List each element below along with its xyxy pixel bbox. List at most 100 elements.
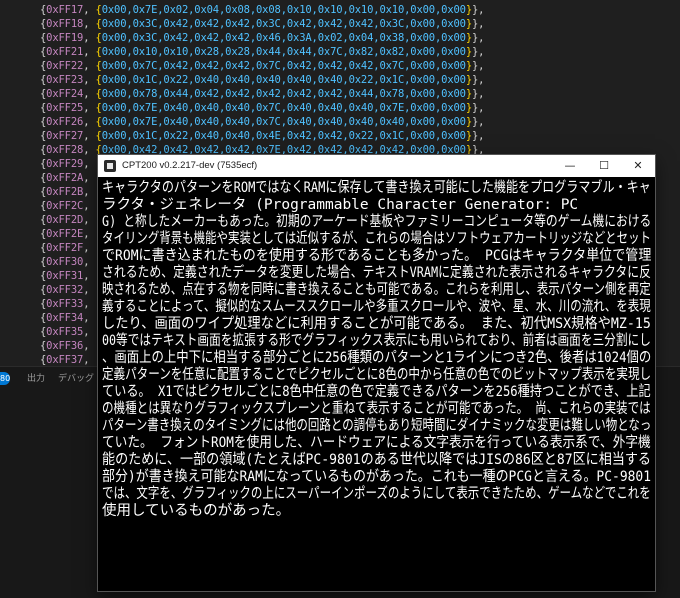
code-comma: , (83, 214, 96, 226)
code-line: {0xFF17, {0x00,0x7E,0x02,0x04,0x08,0x08,… (40, 3, 485, 17)
code-values: 0x00,0x1C,0x22,0x40,0x40,0x4E,0x42,0x42,… (101, 130, 466, 142)
code-comma: , (83, 116, 96, 128)
code-values: 0x00,0x7E,0x02,0x04,0x08,0x08,0x10,0x10,… (101, 4, 466, 16)
code-line: {0xFF2A, (40, 171, 96, 185)
code-brace-close: }, (472, 130, 485, 142)
code-key: 0xFF37 (46, 354, 84, 366)
code-key: 0xFF23 (46, 74, 84, 86)
code-brace-close: }, (472, 74, 485, 86)
code-comma: , (83, 60, 96, 72)
screen-text-line: タイリング背景も機能や実装としては近似するが、これらの場合はソフトウェアカートリ… (102, 231, 651, 247)
code-line: {0xFF23, {0x00,0x1C,0x22,0x40,0x40,0x40,… (40, 73, 485, 87)
cpt200-window: CPT200 v0.2.217-dev (7535ecf) — ☐ ✕ キャラク… (98, 155, 655, 591)
code-values: 0x00,0x7C,0x42,0x42,0x42,0x7C,0x42,0x42,… (101, 60, 466, 72)
screen-text-line: 能のために、一部の領域(たとえばPC-9801のある世代以降ではJISの86区と… (102, 452, 652, 468)
code-key: 0xFF22 (46, 60, 84, 72)
screen-text-line: 使用しているものがあった。 (102, 503, 291, 519)
code-line: {0xFF31, (40, 269, 96, 283)
tab-output[interactable]: 出力 (27, 373, 45, 385)
screen-text-line: 00等ではテキスト画面を拡張する形でグラフィックス表示にも用いられており、前者は… (102, 333, 651, 349)
code-key: 0xFF2F (46, 242, 84, 254)
code-key: 0xFF24 (46, 88, 84, 100)
code-line: {0xFF26, {0x00,0x7E,0x40,0x40,0x40,0x7C,… (40, 115, 485, 129)
code-values: 0x00,0x7E,0x40,0x40,0x40,0x7C,0x40,0x40,… (101, 116, 466, 128)
code-line: {0xFF2D, (40, 213, 96, 227)
code-key: 0xFF17 (46, 4, 84, 16)
code-comma: , (83, 186, 96, 198)
code-line: {0xFF21, {0x00,0x10,0x10,0x28,0x28,0x44,… (40, 45, 485, 59)
code-comma: , (83, 158, 96, 170)
code-comma: , (83, 74, 96, 86)
code-brace-close: }, (472, 102, 485, 114)
screen-text-line: 、画面上の上中下に相当する部分ごとに256種類のパターンと1ラインにつき2色、後… (102, 350, 652, 366)
code-comma: , (83, 326, 96, 338)
code-line: {0xFF36, (40, 339, 96, 353)
code-key: 0xFF29 (46, 158, 84, 170)
code-comma: , (83, 312, 96, 324)
code-key: 0xFF19 (46, 32, 84, 44)
code-line: {0xFF2F, (40, 241, 96, 255)
screen-text-line: したり、画面のワイプ処理などに利用することが可能である。 また、初代MSX規格や… (102, 316, 651, 332)
code-values: 0x00,0x1C,0x22,0x40,0x40,0x40,0x40,0x40,… (101, 74, 466, 86)
code-comma: , (83, 200, 96, 212)
code-comma: , (83, 298, 96, 310)
window-titlebar[interactable]: CPT200 v0.2.217-dev (7535ecf) — ☐ ✕ (98, 155, 655, 177)
screen-text-line: 部分)が書き換え可能なRAMになっているものがあった。これも一種のPCGと言える… (102, 469, 652, 485)
code-key: 0xFF36 (46, 340, 84, 352)
code-line: {0xFF37, (40, 353, 96, 367)
maximize-button[interactable]: ☐ (587, 155, 621, 177)
code-comma: , (83, 32, 96, 44)
code-comma: , (83, 144, 96, 156)
code-brace-close: }, (472, 60, 485, 72)
code-comma: , (83, 256, 96, 268)
code-line: {0xFF22, {0x00,0x7C,0x42,0x42,0x42,0x7C,… (40, 59, 485, 73)
code-key: 0xFF34 (46, 312, 84, 324)
code-key: 0xFF2A (46, 172, 84, 184)
problems-badge[interactable]: 80 (0, 372, 10, 385)
code-values: 0x00,0x3C,0x42,0x42,0x42,0x3C,0x42,0x42,… (101, 18, 466, 30)
screen-text-line: 映されるため、点在する物を同時に書き換えることも可能である。これらを利用し、表示… (102, 282, 651, 298)
screen-text-line: されるため、定義されたデータを変更した場合、テキストVRAMに定義された表示され… (102, 265, 651, 281)
code-line: {0xFF27, {0x00,0x1C,0x22,0x40,0x40,0x4E,… (40, 129, 485, 143)
screen-text-line: G) と称したメーカーもあった。初期のアーケード基板やファミリーコンピュータ等の… (102, 214, 652, 230)
screen-text-line: の機種とは異なりグラフィックスプレーンと重ねて表示することが可能であった。 尚、… (102, 401, 651, 417)
code-line: {0xFF34, (40, 311, 96, 325)
text-screen[interactable]: キャラクタのパターンをROMではなくRAMに保存して書き換え可能にした機能をプロ… (98, 177, 655, 591)
code-key: 0xFF33 (46, 298, 84, 310)
code-comma: , (83, 172, 96, 184)
code-key: 0xFF18 (46, 18, 84, 30)
code-brace-close: }, (472, 32, 485, 44)
code-comma: , (83, 102, 96, 114)
code-key: 0xFF25 (46, 102, 84, 114)
minimize-button[interactable]: — (553, 155, 587, 177)
code-comma: , (83, 340, 96, 352)
code-line: {0xFF2C, (40, 199, 96, 213)
code-key: 0xFF21 (46, 46, 84, 58)
code-values: 0x00,0x10,0x10,0x28,0x28,0x44,0x44,0x7C,… (101, 46, 466, 58)
code-comma: , (83, 270, 96, 282)
code-values: 0x00,0x3C,0x42,0x42,0x42,0x46,0x3A,0x02,… (101, 32, 466, 44)
code-key: 0xFF2E (46, 228, 84, 240)
window-title: CPT200 v0.2.217-dev (7535ecf) (122, 160, 258, 171)
code-comma: , (83, 242, 96, 254)
code-key: 0xFF27 (46, 130, 84, 142)
code-line: {0xFF32, (40, 283, 96, 297)
code-line: {0xFF25, {0x00,0x7E,0x40,0x40,0x40,0x7C,… (40, 101, 485, 115)
code-line: {0xFF2E, (40, 227, 96, 241)
code-key: 0xFF28 (46, 144, 84, 156)
code-values: 0x00,0x78,0x44,0x42,0x42,0x42,0x42,0x42,… (101, 88, 466, 100)
screen-text-line: ラクタ・ジェネレータ (Programmable Character Gener… (102, 197, 579, 213)
code-comma: , (83, 130, 96, 142)
code-line: {0xFF35, (40, 325, 96, 339)
code-brace-close: }, (472, 116, 485, 128)
code-key: 0xFF31 (46, 270, 84, 282)
code-brace-close: }, (472, 4, 485, 16)
screen-text-line: 義することによって、擬似的なスムーススクロールや多重スクロールや、波や、星、水、… (102, 299, 651, 315)
close-button[interactable]: ✕ (621, 155, 655, 177)
code-line: {0xFF2B, (40, 185, 96, 199)
screen-text-line: ていた。 フォントROMを使用した、ハードウェアによる文字表示を行っている表示系… (102, 435, 651, 451)
code-comma: , (83, 284, 96, 296)
screen-text-line: キャラクタのパターンをROMではなくRAMに保存して書き換え可能にした機能をプロ… (102, 180, 651, 196)
code-key: 0xFF26 (46, 116, 84, 128)
code-line: {0xFF18, {0x00,0x3C,0x42,0x42,0x42,0x3C,… (40, 17, 485, 31)
